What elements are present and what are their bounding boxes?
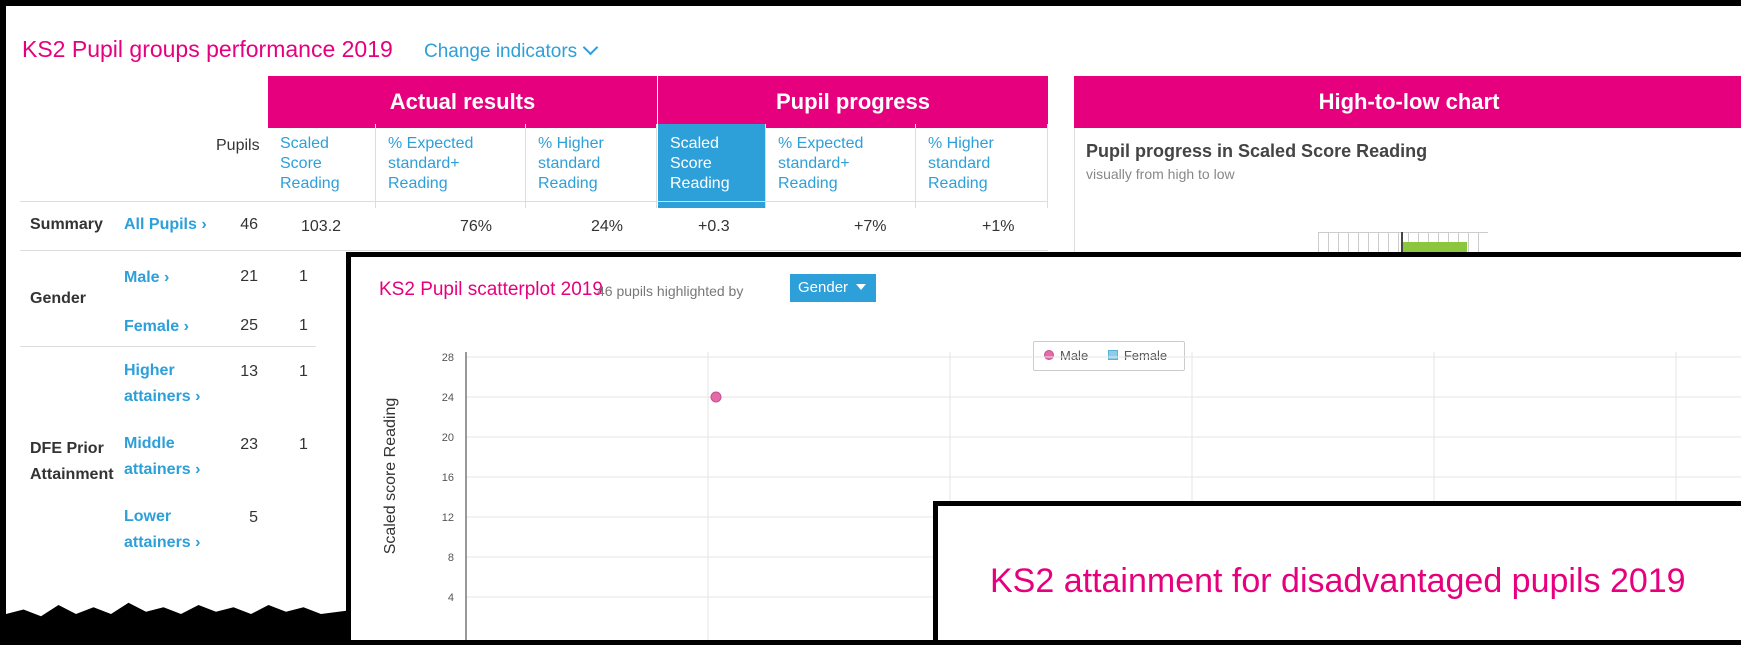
chevron-down-icon bbox=[582, 39, 599, 56]
pupil-progress-header: Pupil progress bbox=[658, 76, 1048, 128]
group-link-all-pupils[interactable]: All Pupils › bbox=[124, 211, 207, 239]
group-link-higher-attainers[interactable]: Higher attainers › bbox=[124, 358, 204, 410]
row-category: Summary bbox=[30, 216, 103, 233]
disadvantaged-panel: KS2 attainment for disadvantaged pupils … bbox=[933, 501, 1741, 645]
value-cell: +0.3 bbox=[698, 218, 730, 235]
col-header-higher-progress[interactable]: % Higher standard Reading bbox=[916, 124, 1048, 208]
value-cell: +7% bbox=[854, 218, 887, 235]
change-indicators-label: Change indicators bbox=[424, 41, 578, 62]
group-link-female[interactable]: Female › bbox=[124, 313, 189, 341]
y-tick-label: 20 bbox=[442, 432, 454, 444]
pupils-count: 46 bbox=[240, 216, 258, 233]
col-header-scaled-actual[interactable]: Scaled Score Reading bbox=[268, 124, 376, 208]
y-tick-label: 28 bbox=[442, 352, 454, 364]
chart-panel-title: Pupil progress in Scaled Score Reading bbox=[1086, 141, 1428, 161]
value-cell: 1 bbox=[299, 363, 308, 380]
actual-results-header: Actual results bbox=[268, 76, 657, 128]
value-cell: 1 bbox=[299, 317, 308, 334]
pupils-count: 5 bbox=[249, 509, 258, 526]
row-category: Gender bbox=[30, 290, 87, 307]
y-tick-label: 24 bbox=[442, 392, 454, 404]
value-cell: 76% bbox=[460, 218, 493, 235]
data-point[interactable] bbox=[710, 391, 722, 403]
divider bbox=[20, 346, 316, 347]
chart-panel-subtitle: visually from high to low bbox=[1086, 166, 1235, 182]
divider bbox=[20, 201, 1048, 202]
col-header-expected-actual[interactable]: % Expected standard+ Reading bbox=[376, 124, 526, 208]
high-to-low-header: High-to-low chart bbox=[1074, 76, 1741, 128]
value-cell: 1 bbox=[299, 268, 308, 285]
value-cell: +1% bbox=[982, 218, 1015, 235]
y-tick-label: 12 bbox=[442, 512, 454, 524]
page-title: KS2 Pupil groups performance 2019 bbox=[22, 36, 393, 62]
group-link-middle-attainers[interactable]: Middle attainers › bbox=[124, 431, 204, 483]
group-link-male[interactable]: Male › bbox=[124, 264, 169, 292]
torn-edge bbox=[6, 602, 356, 635]
group-link-lower-attainers[interactable]: Lower attainers › bbox=[124, 504, 204, 556]
row-category: DFE Prior Attainment bbox=[30, 440, 114, 483]
change-indicators-dropdown[interactable]: Change indicators bbox=[424, 39, 599, 63]
y-tick-label: 4 bbox=[448, 592, 454, 604]
col-header-scaled-progress[interactable]: Scaled Score Reading bbox=[658, 124, 766, 208]
col-header-higher-actual[interactable]: % Higher standard Reading bbox=[526, 124, 657, 208]
y-tick-label: 8 bbox=[448, 552, 454, 564]
pupils-count: 25 bbox=[240, 317, 258, 334]
pupils-count: 13 bbox=[240, 363, 258, 380]
y-tick-label: 16 bbox=[442, 472, 454, 484]
pupils-count: 21 bbox=[240, 268, 258, 285]
value-cell: 103.2 bbox=[301, 218, 342, 235]
y-ticks: 4 8 12 16 20 24 28 bbox=[442, 352, 454, 604]
divider bbox=[20, 250, 1048, 251]
value-cell: 24% bbox=[591, 218, 624, 235]
value-cell: 1 bbox=[299, 436, 308, 453]
pupils-column-header: Pupils bbox=[216, 137, 260, 154]
disadvantaged-title: KS2 attainment for disadvantaged pupils … bbox=[990, 562, 1686, 600]
data-points bbox=[710, 391, 722, 403]
divider bbox=[1074, 128, 1075, 258]
pupils-count: 23 bbox=[240, 436, 258, 453]
col-header-expected-progress[interactable]: % Expected standard+ Reading bbox=[766, 124, 916, 208]
